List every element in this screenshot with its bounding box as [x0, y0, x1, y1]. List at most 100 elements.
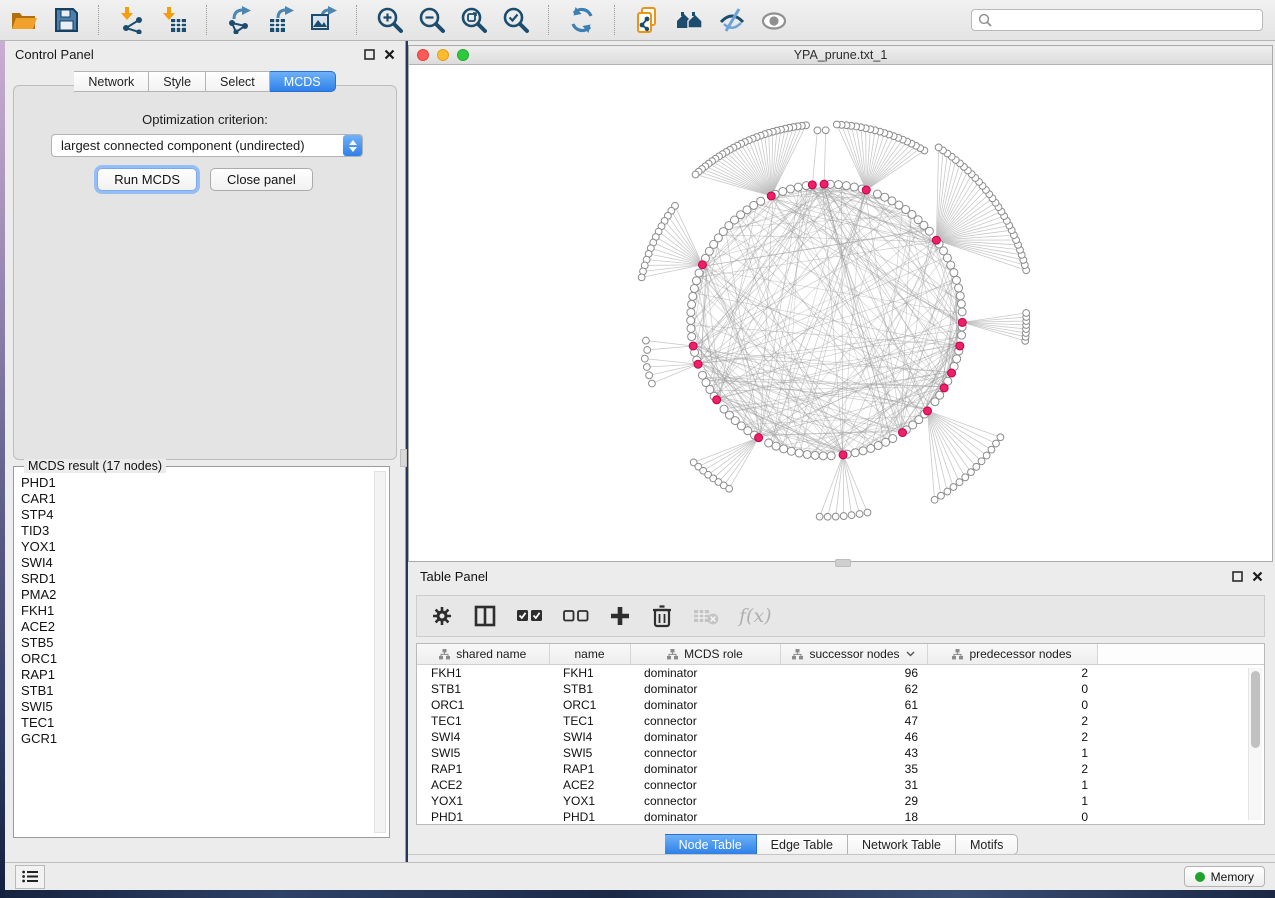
hide-selected-icon[interactable] [718, 6, 746, 34]
table-row[interactable]: SWI5 SWI5 connector 43 1 [417, 745, 1264, 761]
mcds-result-item[interactable]: SRD1 [18, 571, 375, 587]
delete-column-icon[interactable] [651, 604, 673, 628]
mcds-result-item[interactable]: SWI4 [18, 555, 375, 571]
control-panel-tab[interactable]: MCDS [270, 71, 336, 92]
toolbar-separator [206, 5, 208, 35]
mcds-result-item[interactable]: SWI5 [18, 699, 375, 715]
zoom-selected-icon[interactable] [502, 6, 530, 34]
table-row[interactable]: YOX1 YOX1 connector 29 1 [417, 793, 1264, 809]
mcds-result-item[interactable]: PMA2 [18, 587, 375, 603]
control-panel-tab[interactable]: Network [74, 71, 149, 92]
table-row[interactable]: PHD1 PHD1 dominator 18 0 [417, 809, 1264, 825]
table-row[interactable]: FKH1 FKH1 dominator 96 2 [417, 665, 1264, 682]
run-mcds-button[interactable]: Run MCDS [97, 168, 197, 191]
export-network-icon[interactable] [226, 6, 254, 34]
mcds-result-item[interactable]: STP4 [18, 507, 375, 523]
mcds-result-title: MCDS result (17 nodes) [24, 459, 166, 473]
mcds-result-item[interactable]: ACE2 [18, 619, 375, 635]
column-type-icon [667, 649, 678, 660]
table-panel-tab[interactable]: Edge Table [757, 834, 848, 855]
select-all-rows-icon[interactable] [517, 610, 543, 623]
table-row[interactable]: SWI4 SWI4 dominator 46 2 [417, 729, 1264, 745]
criterion-selected-value: largest connected component (undirected) [52, 138, 343, 153]
task-history-button[interactable] [15, 865, 45, 889]
mcds-result-item[interactable]: TEC1 [18, 715, 375, 731]
zoom-out-icon[interactable] [418, 6, 446, 34]
table-row[interactable]: ACE2 ACE2 connector 31 1 [417, 777, 1264, 793]
export-image-icon[interactable] [310, 6, 338, 34]
mcds-result-item[interactable]: STB1 [18, 683, 375, 699]
table-header-row: shared name name MCDS role successor nod… [417, 644, 1264, 665]
zoom-fit-icon[interactable] [460, 6, 488, 34]
float-panel-icon[interactable] [364, 49, 375, 60]
show-all-nodes-icon[interactable] [676, 6, 704, 34]
import-network-icon[interactable] [118, 6, 146, 34]
refresh-icon[interactable] [568, 6, 596, 34]
node-table-body: FKH1 FKH1 dominator 96 2 STB1 STB1 [417, 665, 1264, 826]
mcds-result-item[interactable]: CAR1 [18, 491, 375, 507]
table-toolbar: f(x) [416, 595, 1265, 637]
table-row[interactable]: RAP1 RAP1 dominator 35 2 [417, 761, 1264, 777]
toolbar-separator [548, 5, 550, 35]
network-view-window: YPA_prune.txt_1 [408, 45, 1273, 562]
mcds-result-item[interactable]: YOX1 [18, 539, 375, 555]
control-panel: Control Panel NetworkStyleSelectMCDS Opt… [5, 41, 406, 862]
mcds-result-item[interactable]: GCR1 [18, 731, 375, 747]
mcds-result-list[interactable]: PHD1CAR1STP4TID3YOX1SWI4SRD1PMA2FKH1ACE2… [18, 475, 375, 833]
mcds-result-item[interactable]: TID3 [18, 523, 375, 539]
control-panel-tab[interactable]: Style [149, 71, 206, 92]
close-panel-icon[interactable] [1252, 571, 1263, 582]
table-panel-tab[interactable]: Node Table [665, 834, 757, 855]
close-panel-icon[interactable] [384, 49, 395, 60]
toolbar-separator [614, 5, 616, 35]
cytoscape-window: Control Panel NetworkStyleSelectMCDS Opt… [0, 0, 1275, 898]
mcds-result-item[interactable]: RAP1 [18, 667, 375, 683]
network-window-titlebar[interactable]: YPA_prune.txt_1 [409, 46, 1272, 65]
column-header-filler [1097, 644, 1264, 665]
column-header-successor-nodes[interactable]: successor nodes [780, 644, 927, 665]
memory-button[interactable]: Memory [1184, 866, 1265, 887]
search-field[interactable] [971, 9, 1263, 31]
table-row[interactable]: TEC1 TEC1 connector 47 2 [417, 713, 1264, 729]
criterion-select[interactable]: largest connected component (undirected) [51, 134, 363, 157]
column-header-shared-name[interactable]: shared name [417, 644, 549, 665]
import-table-icon[interactable] [160, 6, 188, 34]
table-panel-tab[interactable]: Network Table [848, 834, 956, 855]
search-input[interactable] [971, 9, 1263, 31]
deselect-all-rows-icon[interactable] [563, 610, 589, 623]
open-file-icon[interactable] [10, 6, 38, 34]
new-network-from-selection-icon[interactable] [634, 6, 662, 34]
split-columns-icon[interactable] [473, 604, 497, 628]
table-row[interactable]: STB1 STB1 dominator 62 0 [417, 681, 1264, 697]
column-type-icon [792, 649, 803, 660]
result-list-scrollbar[interactable] [374, 471, 386, 833]
table-scrollbar[interactable] [1248, 668, 1262, 820]
export-table-icon[interactable] [268, 6, 296, 34]
control-panel-tab[interactable]: Select [206, 71, 270, 92]
zoom-in-icon[interactable] [376, 6, 404, 34]
status-bar: Memory [5, 862, 1275, 890]
memory-status-icon [1195, 872, 1205, 882]
table-settings-icon[interactable] [431, 605, 453, 627]
delete-table-icon [693, 607, 719, 625]
table-row[interactable]: ORC1 ORC1 dominator 61 0 [417, 697, 1264, 713]
panel-splitter-handle[interactable] [400, 449, 407, 467]
column-header-predecessor-nodes[interactable]: predecessor nodes [927, 644, 1097, 665]
mcds-panel: Optimization criterion: largest connecte… [13, 85, 397, 460]
mcds-result-item[interactable]: ORC1 [18, 651, 375, 667]
show-hidden-icon[interactable] [760, 6, 788, 34]
column-type-icon [952, 649, 963, 660]
network-canvas[interactable] [409, 65, 1272, 561]
mcds-result-item[interactable]: FKH1 [18, 603, 375, 619]
column-header-mcds-role[interactable]: MCDS role [630, 644, 780, 665]
float-panel-icon[interactable] [1232, 571, 1243, 582]
close-panel-button[interactable]: Close panel [210, 168, 313, 191]
mcds-result-item[interactable]: STB5 [18, 635, 375, 651]
save-session-icon[interactable] [52, 6, 80, 34]
column-header-name[interactable]: name [549, 644, 630, 665]
mcds-result-item[interactable]: PHD1 [18, 475, 375, 491]
column-type-icon [439, 649, 450, 660]
table-scrollbar-thumb[interactable] [1251, 671, 1260, 748]
add-column-icon[interactable] [609, 605, 631, 627]
table-panel-tab[interactable]: Motifs [956, 834, 1018, 855]
